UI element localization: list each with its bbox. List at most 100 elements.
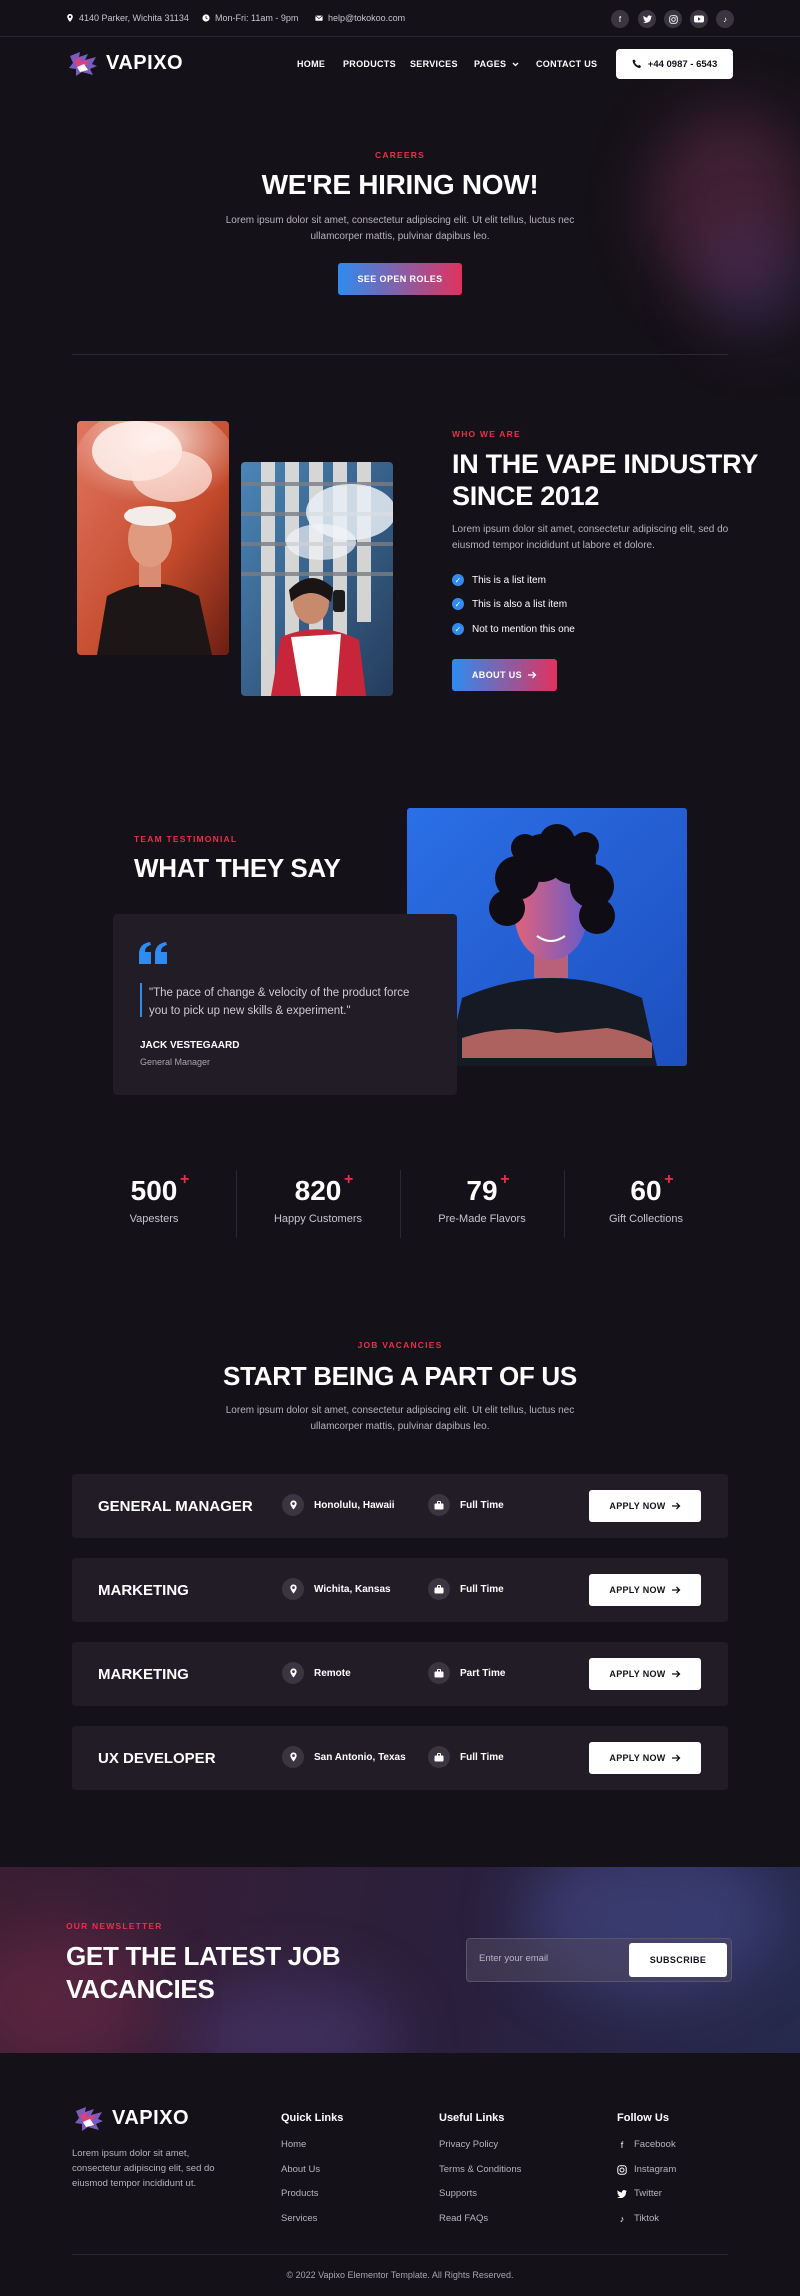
arrow-right-icon [671, 1754, 681, 1762]
section-divider [72, 354, 728, 355]
stat-vapesters: 500 + Vapesters [72, 1171, 236, 1225]
job-type: Part Time [428, 1662, 505, 1684]
logo-icon [75, 2107, 103, 2131]
stat-value: 820 [294, 1175, 342, 1206]
stat-gift-collections: 60 + Gift Collections [564, 1171, 728, 1225]
see-open-roles-button[interactable]: SEE OPEN ROLES [338, 263, 462, 295]
footer-link-home[interactable]: Home [281, 2139, 306, 2150]
hero-title: WE'RE HIRING NOW! [261, 169, 539, 200]
newsletter-title-line: VACANCIES [66, 1974, 215, 2004]
about-eyebrow: WHO WE ARE [452, 429, 521, 439]
hours-text: Mon-Fri: 11am - 9pm [215, 13, 299, 23]
job-type: Full Time [428, 1494, 504, 1516]
job-type-text: Full Time [460, 1499, 504, 1511]
youtube-icon[interactable] [690, 10, 708, 28]
stat-number: 500 + [131, 1171, 190, 1207]
stat-number: 60 + [630, 1171, 673, 1207]
facebook-icon[interactable]: f [611, 10, 629, 28]
vacancies-text: Lorem ipsum dolor sit amet, consectetur … [150, 1403, 650, 1435]
twitter-icon[interactable] [638, 10, 656, 28]
job-title: UX DEVELOPER [98, 1750, 216, 1767]
apply-now-button[interactable]: APPLY NOW [589, 1742, 701, 1774]
nav-services[interactable]: SERVICES [410, 59, 458, 69]
hero-text: Lorem ipsum dolor sit amet, consectetur … [150, 213, 650, 245]
stat-number: 79 + [466, 1171, 509, 1207]
job-title: MARKETING [98, 1582, 189, 1599]
about-text-line: eiusmod tempor incididunt ut labore et d… [452, 540, 655, 551]
briefcase-icon [428, 1662, 450, 1684]
quote-bar [140, 983, 142, 1017]
envelope-icon [315, 15, 323, 21]
location-pin-icon [67, 14, 73, 22]
stat-label: Pre-Made Flavors [438, 1213, 526, 1225]
phone-number: +44 0987 - 6543 [647, 58, 718, 70]
testimonial-role: General Manager [140, 1057, 211, 1067]
plus-icon: + [664, 1171, 674, 1188]
about-title: IN THE VAPE INDUSTRY SINCE 2012 [452, 448, 758, 512]
footer-link-facebook[interactable]: f Facebook [617, 2139, 676, 2150]
apply-now-label: APPLY NOW [609, 1501, 666, 1511]
clock-icon [202, 14, 210, 22]
apply-now-button[interactable]: APPLY NOW [589, 1574, 701, 1606]
footer-divider [72, 2254, 728, 2255]
stat-label: Gift Collections [609, 1213, 683, 1225]
briefcase-icon [428, 1746, 450, 1768]
subscribe-button[interactable]: SUBSCRIBE [629, 1943, 727, 1977]
apply-now-button[interactable]: APPLY NOW [589, 1490, 701, 1522]
vaper-photo-two [241, 462, 393, 696]
footer-link-services[interactable]: Services [281, 2213, 317, 2224]
stat-happy-customers: 820 + Happy Customers [236, 1171, 400, 1225]
nav-products[interactable]: PRODUCTS [343, 59, 396, 69]
email-info[interactable]: help@tokokoo.com [315, 13, 405, 23]
footer-link-tiktok[interactable]: ♪ Tiktok [617, 2213, 659, 2224]
nav-contact-us[interactable]: CONTACT US [536, 59, 597, 69]
facebook-icon: f [620, 2139, 624, 2150]
footer-link-products[interactable]: Products [281, 2188, 319, 2199]
instagram-icon[interactable] [664, 10, 682, 28]
stat-value: 79 [466, 1175, 498, 1206]
apply-now-button[interactable]: APPLY NOW [589, 1658, 701, 1690]
plus-icon: + [500, 1171, 510, 1188]
top-bar: 4140 Parker, Wichita 31134 Mon-Fri: 11am… [0, 0, 800, 37]
check-icon: ✓ [452, 623, 464, 635]
footer-link-supports[interactable]: Supports [439, 2188, 477, 2199]
footer-link-instagram[interactable]: Instagram [617, 2164, 676, 2175]
footer-link-label: Facebook [634, 2139, 676, 2150]
tiktok-icon[interactable]: ♪ [716, 10, 734, 28]
check-icon: ✓ [452, 598, 464, 610]
email-input[interactable]: Enter your email [479, 1953, 548, 1964]
job-row: UX DEVELOPER San Antonio, Texas Full Tim… [72, 1726, 728, 1790]
job-row: MARKETING Remote Part Time APPLY NOW [72, 1642, 728, 1706]
hero-text-line: Lorem ipsum dolor sit amet, consectetur … [225, 215, 575, 226]
arrow-right-icon [671, 1670, 681, 1678]
footer-link-privacy-policy[interactable]: Privacy Policy [439, 2139, 498, 2150]
nav-home[interactable]: HOME [297, 59, 325, 69]
quick-links-heading: Quick Links [281, 2112, 344, 2124]
email-text[interactable]: help@tokokoo.com [328, 13, 405, 23]
nav-pages[interactable]: PAGES [474, 59, 519, 69]
stat-value: 60 [630, 1175, 662, 1206]
briefcase-icon [428, 1494, 450, 1516]
job-type-text: Part Time [460, 1667, 506, 1679]
newsletter-title-line: GET THE LATEST JOB [66, 1941, 341, 1971]
apply-now-label: APPLY NOW [609, 1753, 666, 1763]
vaper-photo-one [77, 421, 229, 655]
testimonial-name: JACK VESTEGAARD [140, 1040, 240, 1051]
footer-link-twitter[interactable]: Twitter [617, 2188, 662, 2199]
logo-icon [69, 52, 97, 76]
vacancies-text-line: ullamcorper mattis, pulvinar dapibus leo… [310, 1421, 490, 1432]
footer-link-terms[interactable]: Terms & Conditions [439, 2164, 521, 2175]
list-item-text: This is a list item [472, 574, 546, 586]
footer-link-faqs[interactable]: Read FAQs [439, 2213, 488, 2224]
header-logo[interactable]: VAPIXO [66, 48, 183, 78]
about-us-button[interactable]: ABOUT US [452, 659, 557, 691]
job-title: GENERAL MANAGER [98, 1498, 253, 1515]
newsletter-eyebrow: OUR NEWSLETTER [66, 1921, 163, 1931]
footer-logo[interactable]: VAPIXO [72, 2103, 189, 2133]
phone-button[interactable]: +44 0987 - 6543 [616, 49, 733, 79]
follow-us-heading: Follow Us [617, 2112, 669, 2124]
location-pin-icon [282, 1746, 304, 1768]
arrow-right-icon [671, 1586, 681, 1594]
footer-link-label: Instagram [634, 2164, 677, 2175]
footer-link-about-us[interactable]: About Us [281, 2164, 320, 2175]
